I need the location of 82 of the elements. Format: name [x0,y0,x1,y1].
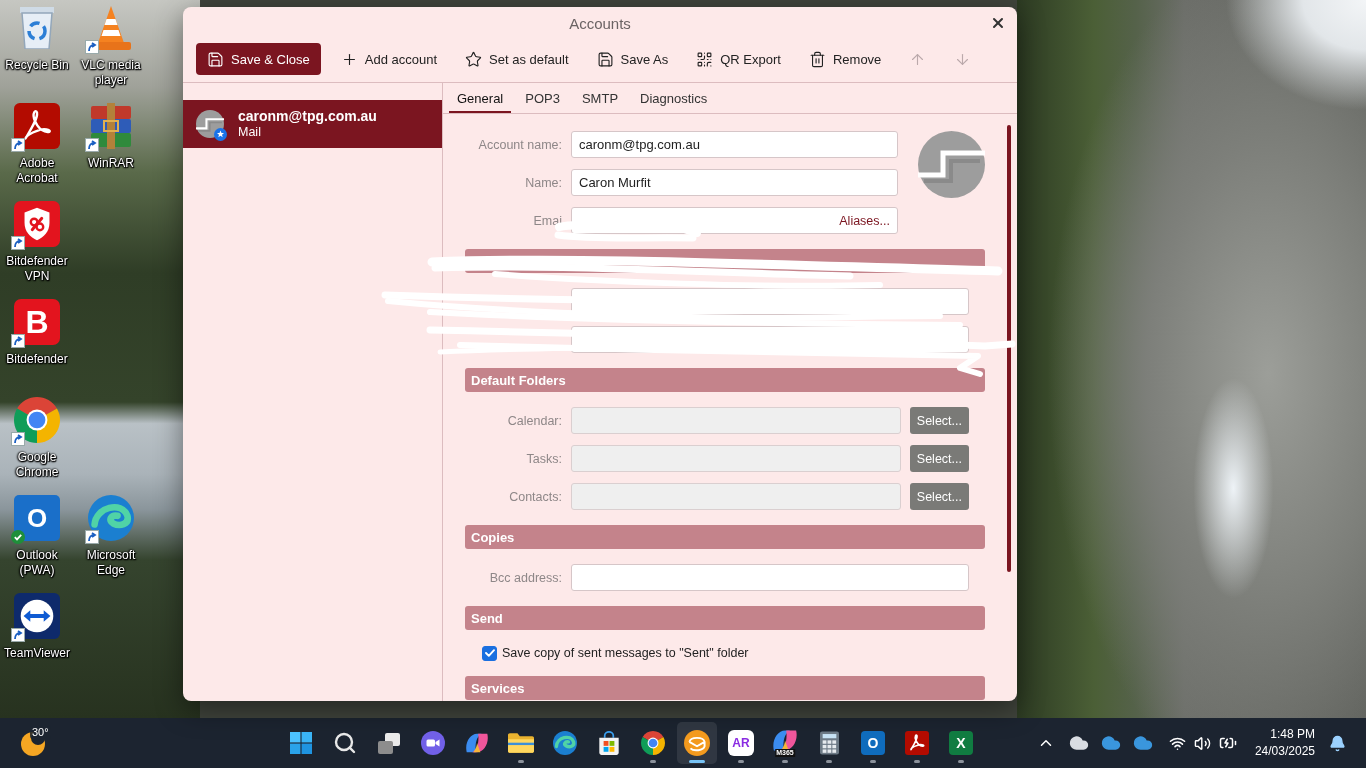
save-as-button[interactable]: Save As [588,43,677,75]
field-label: Bcc address: [488,570,562,585]
mail-tile-icon[interactable]: O [14,495,60,541]
pdf-icon[interactable] [14,103,60,149]
spreadsheet-icon: X [949,731,973,755]
taskbar-button[interactable]: X [941,722,981,764]
qr-code-icon [696,50,714,68]
trash-icon [808,50,826,68]
set-default-button[interactable]: Set as default [457,43,577,75]
video-camera-icon [421,731,445,755]
close-icon [990,15,1006,31]
remove-button[interactable]: Remove [800,43,890,75]
search-icon [333,731,357,755]
account-email: caronm@tpg.com.au [238,108,377,125]
speaker-icon[interactable] [1193,734,1211,752]
checkmark-icon [484,649,495,657]
mail-tile-icon: O [861,731,885,755]
pdf-icon [905,731,929,755]
clock-time[interactable]: 1:48 PM [1270,726,1315,743]
input-field[interactable]: Caron Murfit [571,169,898,196]
desktop-icon-label[interactable]: Microsoft Edge [74,548,148,578]
desktop-icon-label[interactable]: Adobe Acrobat [0,156,74,186]
cloud-icon[interactable] [1068,733,1089,753]
clock-date[interactable]: 24/03/2025 [1254,743,1315,760]
input-field[interactable] [571,564,969,591]
tab[interactable]: Diagnostics [632,83,716,113]
save-icon [207,50,224,68]
scrollbar-thumb[interactable] [1007,125,1011,572]
section-header: Copies [465,525,985,549]
colorful-swirl-icon [465,732,489,754]
desktop-icon-label[interactable]: Outlook (PWA) [0,548,74,578]
qr-export-button[interactable]: QR Export [688,43,789,75]
tab[interactable]: SMTP [573,83,627,113]
cloud-icon[interactable] [1132,733,1153,753]
field-label: Emai [532,213,562,228]
letter-tile-icon: AR [728,730,754,756]
checkbox[interactable] [482,645,497,661]
checkbox-label[interactable]: Save copy of sent messages to "Sent" folder [502,646,749,660]
field-label: Calendar: [506,413,562,428]
cloud-icon[interactable] [1100,733,1121,753]
account-type: Mail [238,125,262,140]
wave-circle-icon [553,731,577,755]
section-header: Services [465,676,985,700]
save-close-button[interactable]: Save & Close [196,43,321,75]
aliases-button[interactable]: Aliases... [839,213,890,228]
calculator-icon [819,731,839,755]
desktop-icon-label[interactable]: Bitdefender VPN [0,254,74,284]
desktop-icon-label[interactable]: TeamViewer [0,646,74,661]
window-title: Accounts [569,14,631,32]
avatar-icon [918,131,985,198]
tab[interactable]: POP3 [517,83,568,113]
account-list-item[interactable]: caronm@tpg.com.au Mail [183,100,442,148]
mail-bubble-icon [684,730,710,756]
input-field[interactable]: caronm@tpg.com.au [571,131,898,158]
star-icon [465,50,483,68]
shopping-bag-icon [599,731,619,755]
temperature-label[interactable]: 30° [30,726,51,739]
desktop-icon-label[interactable]: Bitdefender [0,352,74,367]
tricolor-circle-icon[interactable] [14,397,60,443]
section-header: Default Folders [465,368,985,392]
field-label: Contacts: [508,489,562,504]
field-label: Tasks: [525,451,562,466]
add-account-button[interactable]: Add account [332,43,446,75]
field-label: Name: [524,175,562,190]
start-icon [290,732,312,754]
taskbar-button[interactable] [677,722,717,764]
shield-icon[interactable] [14,201,60,247]
stacked-books-icon[interactable] [91,103,131,149]
letter-tile-icon[interactable]: B [14,299,60,345]
bell-icon[interactable] [1329,734,1346,752]
taskbar-button[interactable]: AR [721,722,761,764]
taskbar-button[interactable]: O [853,722,893,764]
tab[interactable]: General [449,83,512,113]
recycle-bin-icon[interactable] [20,7,54,49]
desktop-icon-label[interactable]: WinRAR [74,156,148,171]
section-header: Send [465,606,985,630]
wave-circle-icon[interactable] [88,495,134,541]
field-label: Account name: [477,137,562,152]
folder-icon [508,733,534,753]
save-icon [596,50,614,68]
task-view-icon [378,732,400,754]
tricolor-circle-icon [641,731,665,755]
